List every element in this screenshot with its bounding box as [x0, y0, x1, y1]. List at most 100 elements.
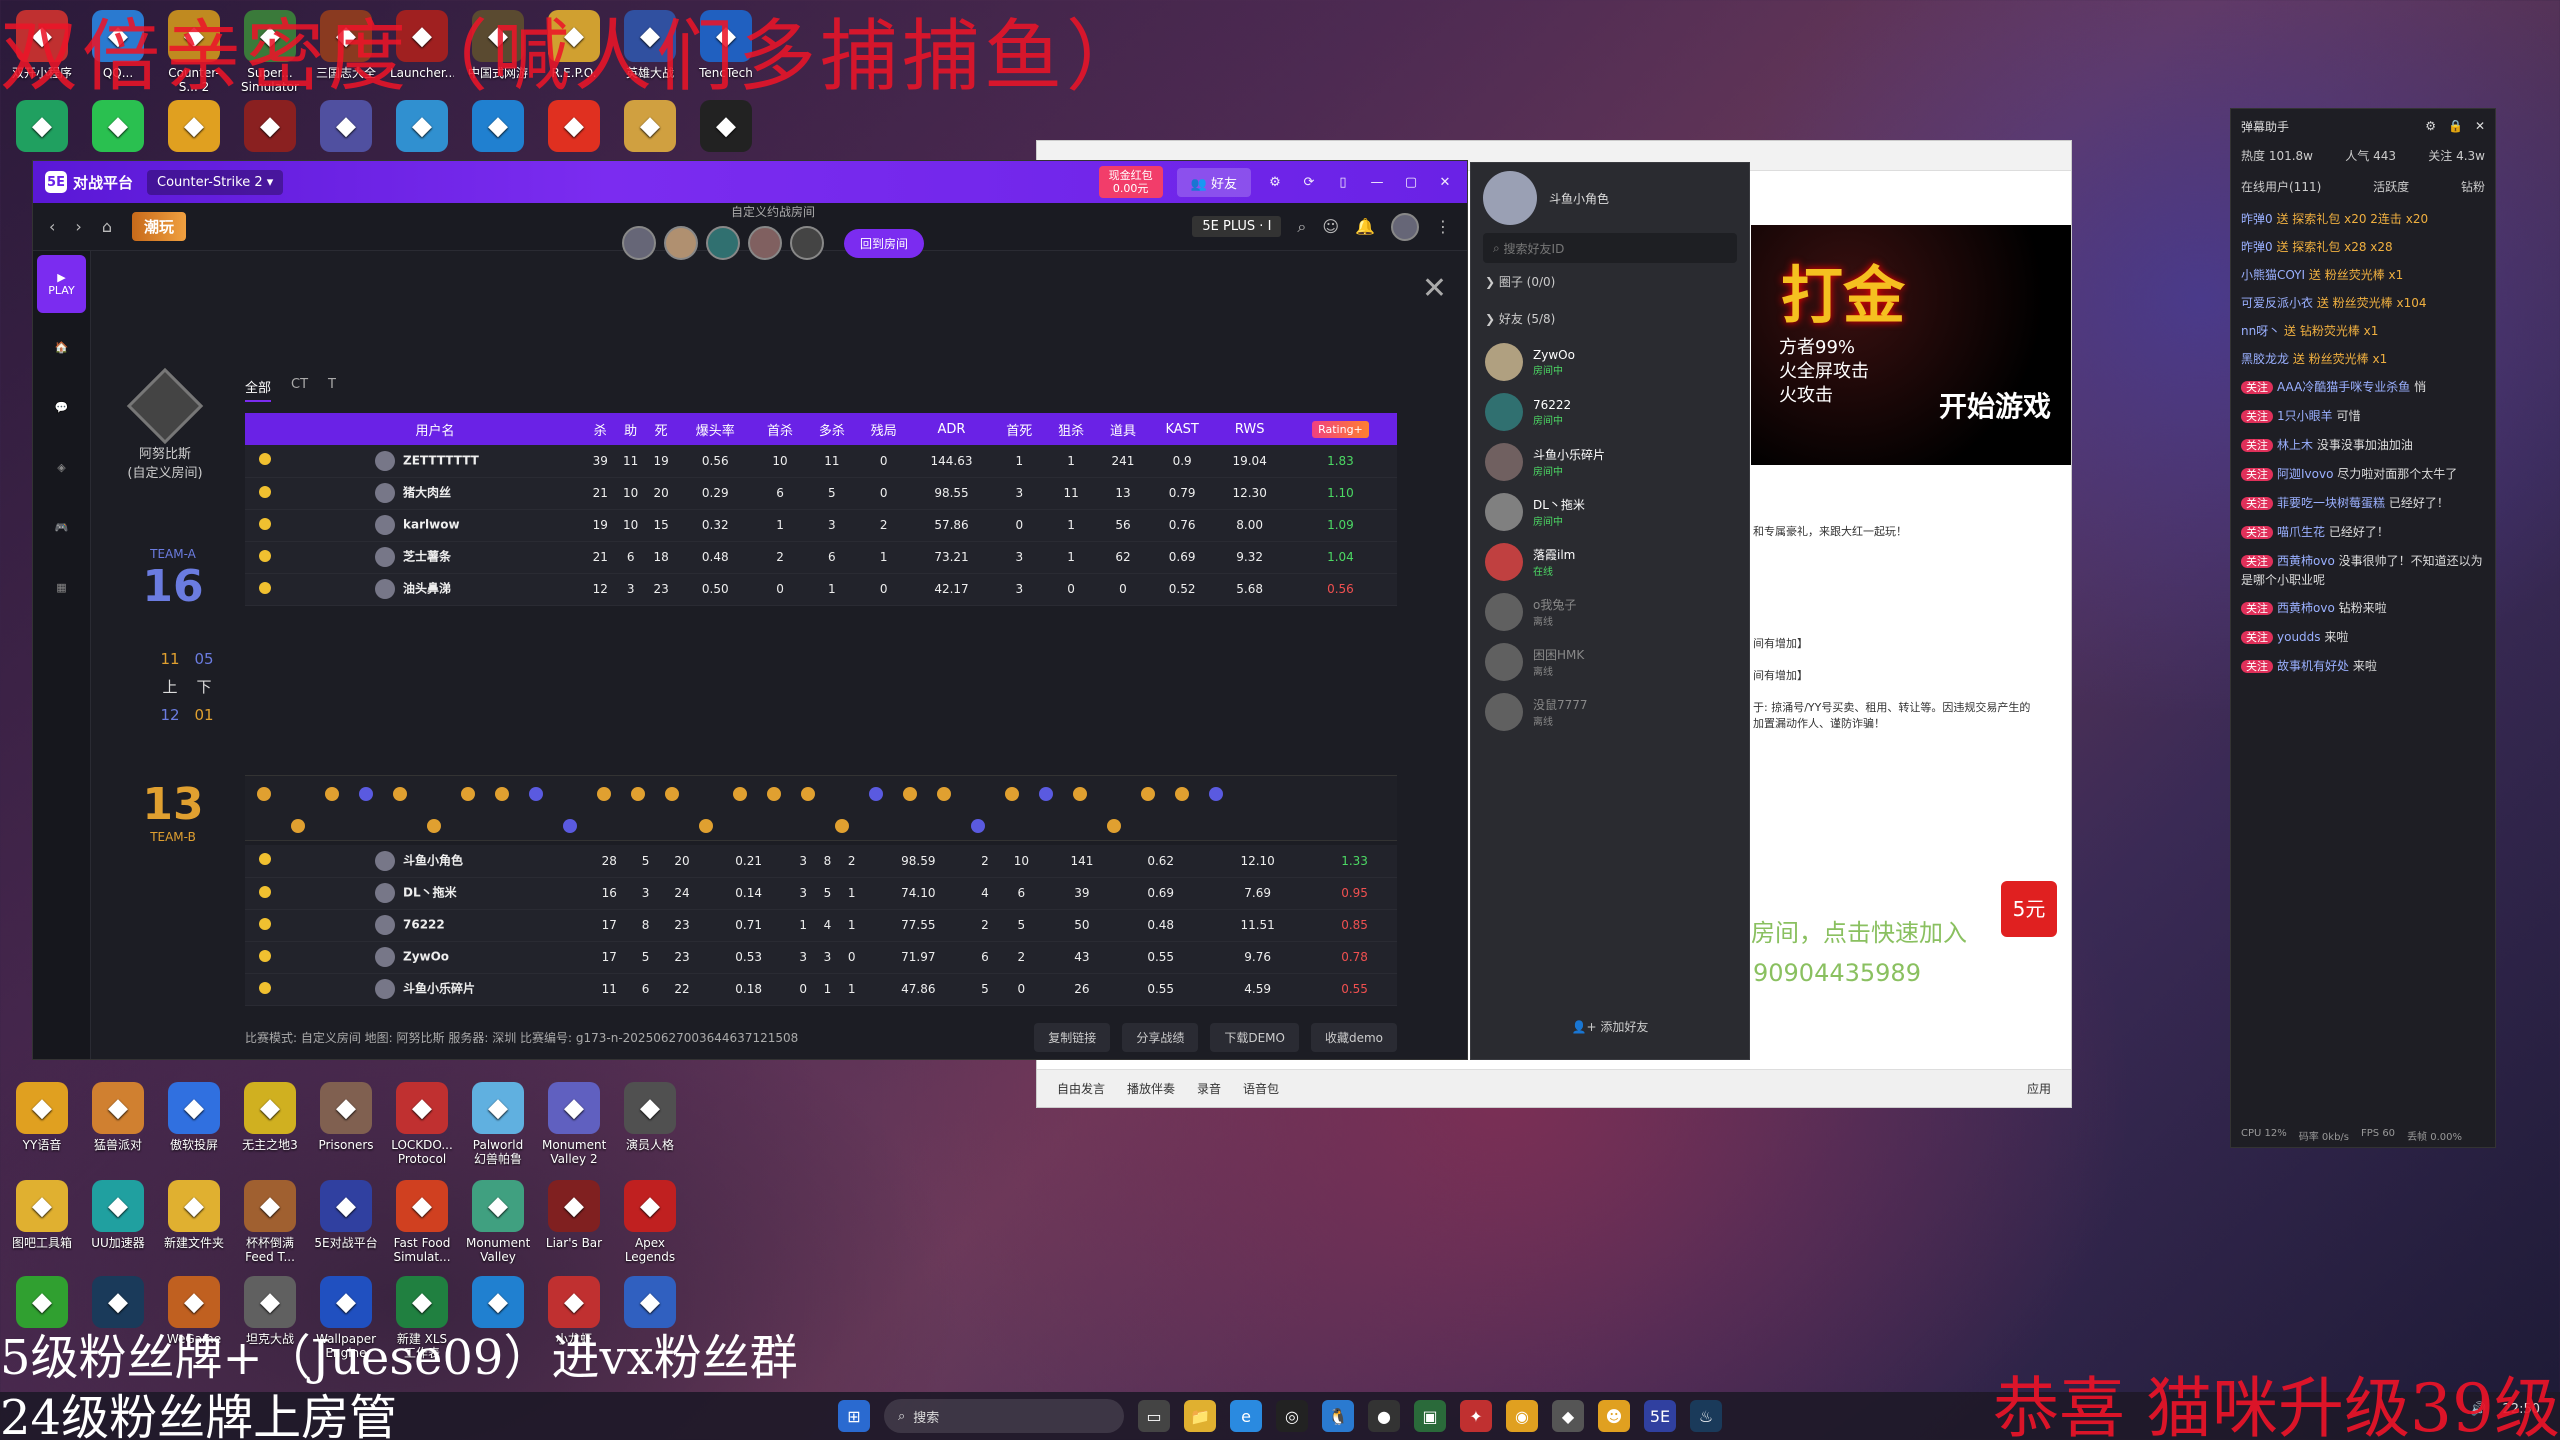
column-header[interactable]: RWS: [1215, 413, 1284, 445]
free-speech-button[interactable]: 自由发言: [1057, 1080, 1105, 1097]
desktop-shortcut[interactable]: ◆ Monument Valley 2: [542, 1082, 606, 1166]
more-icon[interactable]: ⋮: [1435, 217, 1451, 236]
friends-button[interactable]: 👥 好友: [1176, 167, 1251, 197]
wallet-badge[interactable]: 现金红包 0.00元: [1098, 166, 1163, 198]
column-header[interactable]: 死: [645, 413, 677, 445]
danmaku-user[interactable]: AAA冷酷猫手咪专业杀鱼: [2277, 380, 2410, 394]
danmaku-user[interactable]: 故事机有好处: [2277, 659, 2349, 673]
column-header[interactable]: 道具: [1097, 413, 1149, 445]
danmaku-user[interactable]: youdds: [2277, 630, 2321, 644]
player-name-cell[interactable]: 斗鱼小乐碎片: [285, 973, 585, 1006]
app-icon[interactable]: ✦: [1460, 1400, 1492, 1432]
player-name-cell[interactable]: 斗鱼小角色: [285, 845, 585, 878]
desktop-shortcut[interactable]: ◆ 演员人格: [618, 1082, 682, 1166]
desktop-shortcut[interactable]: ◆ LOCKDO... Protocol: [390, 1082, 454, 1166]
column-header[interactable]: 多杀: [805, 413, 858, 445]
room-member-avatar[interactable]: [621, 226, 656, 260]
bell-icon[interactable]: 🔔: [1355, 217, 1375, 236]
player-avatar[interactable]: [375, 947, 395, 967]
danmaku-user[interactable]: 可爱反派小衣: [2241, 296, 2313, 310]
room-member-avatar[interactable]: [705, 226, 740, 260]
forward-arrow-icon[interactable]: ›: [75, 217, 81, 236]
close-icon[interactable]: ✕: [2475, 119, 2485, 133]
add-friend-button[interactable]: 👤+ 添加好友: [1471, 1018, 1749, 1035]
desktop-shortcut[interactable]: ◆ Liar's Bar: [542, 1180, 606, 1264]
chrome-icon[interactable]: ◉: [1506, 1400, 1538, 1432]
home-icon[interactable]: ⌂: [102, 217, 112, 236]
phone-icon[interactable]: ▯: [1333, 175, 1353, 190]
close-icon[interactable]: ✕: [1435, 175, 1455, 190]
download-demo-button[interactable]: 下载DEMO: [1210, 1023, 1299, 1052]
rail-mall-icon[interactable]: 🏠: [33, 317, 90, 377]
back-to-room-button[interactable]: 回到房间: [843, 228, 924, 258]
desktop-shortcut[interactable]: ◆ 图吧工具箱: [10, 1180, 74, 1264]
desktop-shortcut[interactable]: ◆ 猛兽派对: [86, 1082, 150, 1166]
obs-icon[interactable]: ●: [1368, 1400, 1400, 1432]
maximize-icon[interactable]: ▢: [1401, 175, 1421, 190]
play-music-button[interactable]: 播放伴奏: [1127, 1080, 1175, 1097]
tab-ct[interactable]: CT: [291, 377, 308, 402]
player-avatar[interactable]: [375, 915, 395, 935]
platform-titlebar[interactable]: 5E 对战平台 Counter-Strike 2 ▾ 现金红包 0.00元 👥 …: [33, 161, 1467, 203]
user-group-icon[interactable]: ☺: [1322, 217, 1339, 236]
copy-link-button[interactable]: 复制链接: [1034, 1023, 1111, 1052]
friend-list-item[interactable]: 没鼠7777 离线: [1471, 687, 1749, 737]
refresh-icon[interactable]: ⟳: [1299, 175, 1319, 190]
tab-all[interactable]: 全部: [245, 377, 272, 402]
column-header[interactable]: KAST: [1148, 413, 1216, 445]
app-icon[interactable]: ▣: [1414, 1400, 1446, 1432]
player-avatar[interactable]: [375, 883, 395, 903]
rank-badge[interactable]: 5E PLUS · I: [1192, 216, 1282, 237]
table-row[interactable]: 猪大肉丝 21 10 20 0.29 6 5 0 98.55 3 11 13 0.79 12.30 1.10: [245, 477, 1397, 510]
friend-list-item[interactable]: 落霞ilm 在线: [1471, 537, 1749, 587]
task-view-icon[interactable]: ▭: [1138, 1400, 1170, 1432]
player-name-cell[interactable]: karlwow: [285, 509, 585, 542]
tab-activity[interactable]: 活跃度: [2373, 178, 2409, 195]
friend-list-item[interactable]: o我兔子 离线: [1471, 587, 1749, 637]
start-game-button[interactable]: 开始游戏: [1939, 385, 2051, 425]
tab-diamond-fans[interactable]: 钻粉: [2461, 178, 2485, 195]
danmaku-user[interactable]: 菲要吃一块树莓蛋糕: [2277, 496, 2385, 510]
danmaku-user[interactable]: nn呀丶: [2241, 324, 2280, 338]
player-name-cell[interactable]: 油头鼻涕: [285, 573, 585, 606]
5e-icon[interactable]: 5E: [1644, 1400, 1676, 1432]
rail-grid-icon[interactable]: ▦: [33, 557, 90, 617]
player-avatar[interactable]: [375, 850, 395, 871]
player-name-cell[interactable]: 76222: [285, 909, 585, 942]
tab-online-users[interactable]: 在线用户(111): [2241, 178, 2321, 195]
desktop-shortcut[interactable]: ◆ 新建文件夹: [162, 1180, 226, 1264]
user-avatar[interactable]: [1391, 212, 1419, 241]
column-header[interactable]: 首死: [993, 413, 1046, 445]
settings-icon[interactable]: ⚙: [2425, 119, 2436, 133]
friend-list-item[interactable]: 76222 房间中: [1471, 387, 1749, 437]
column-header[interactable]: 助: [615, 413, 646, 445]
player-avatar[interactable]: [375, 515, 395, 535]
yy-icon[interactable]: ☻: [1598, 1400, 1630, 1432]
table-row[interactable]: 斗鱼小角色 28 5 20 0.21 3 8 2 98.59 2 10 141 0.62 12.10 1.3…: [245, 845, 1397, 878]
minimize-icon[interactable]: —: [1367, 175, 1387, 190]
app-icon[interactable]: ◎: [1276, 1400, 1308, 1432]
tab-t[interactable]: T: [328, 377, 336, 402]
desktop-shortcut[interactable]: ◆ Apex Legends: [618, 1180, 682, 1264]
brand-badge[interactable]: 潮玩: [131, 212, 186, 241]
danmaku-user[interactable]: 喵爪生花: [2277, 525, 2325, 539]
desktop-shortcut[interactable]: ◆ Prisoners: [314, 1082, 378, 1166]
friend-search-input[interactable]: ⌕ 搜索好友ID: [1483, 233, 1737, 263]
desktop-shortcut[interactable]: ◆ Palworld 幻兽帕鲁: [466, 1082, 530, 1166]
back-arrow-icon[interactable]: ‹: [49, 217, 55, 236]
table-row[interactable]: 芝士薯条 21 6 18 0.48 2 6 1 73.21 3 1 62 0.69 9.32 1.04: [245, 541, 1397, 574]
table-row[interactable]: 76222 17 8 23 0.71 1 4 1 77.55 2 5 50 0.48 11.51 0.85: [245, 909, 1397, 942]
rail-play[interactable]: ▶ PLAY: [37, 255, 86, 313]
group-friends[interactable]: ❯ 好友 (5/8): [1471, 300, 1749, 337]
self-avatar[interactable]: [1483, 171, 1537, 225]
player-avatar[interactable]: [375, 979, 395, 999]
friend-list-item[interactable]: 斗鱼小乐碎片 房间中: [1471, 437, 1749, 487]
danmaku-user[interactable]: 阿迦Ivovo: [2277, 467, 2333, 481]
player-name-cell[interactable]: 芝士薯条: [285, 541, 585, 574]
table-row[interactable]: ZywOo 17 5 23 0.53 3 3 0 71.97 6 2 43 0.55 9.76 0.78: [245, 941, 1397, 974]
lock-icon[interactable]: 🔒: [2448, 119, 2463, 133]
room-member-avatar[interactable]: [747, 226, 782, 260]
taskbar-search[interactable]: ⌕ 搜索: [884, 1399, 1124, 1433]
room-empty-slot[interactable]: [789, 226, 824, 260]
column-header[interactable]: 用户名: [285, 413, 585, 445]
